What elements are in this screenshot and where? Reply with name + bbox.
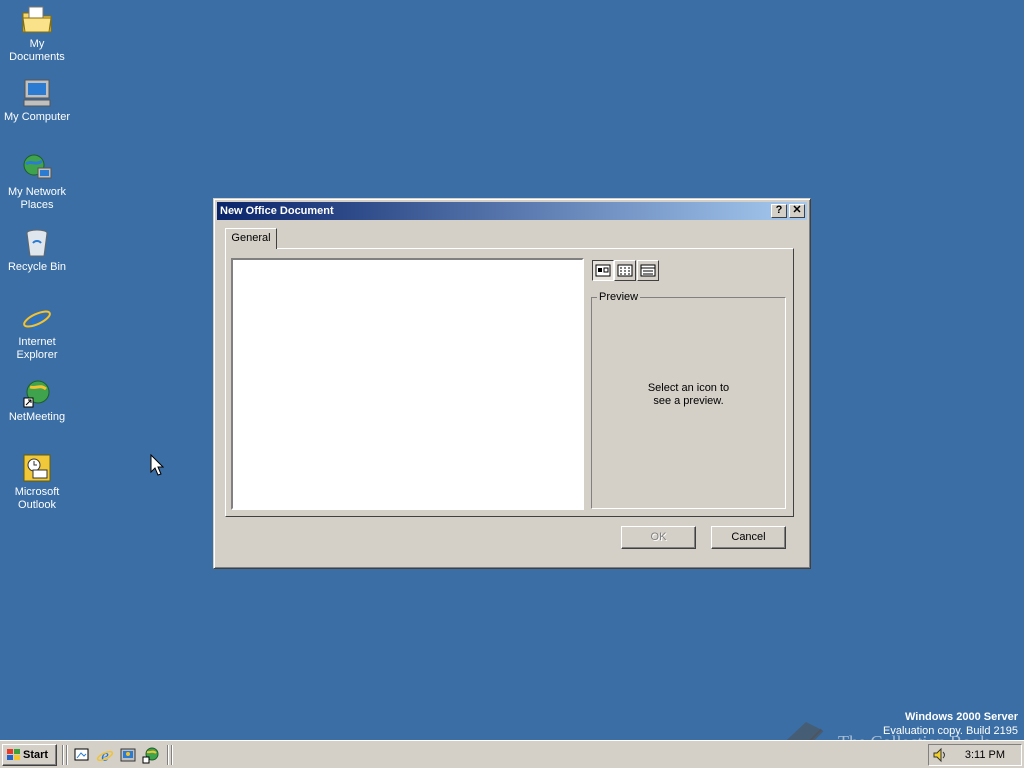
- desktop-icon-label: My Documents: [9, 38, 65, 63]
- speaker-icon[interactable]: [932, 747, 948, 763]
- taskbar-separator: [62, 745, 64, 765]
- desktop-icon-microsoft-outlook[interactable]: Microsoft Outlook: [0, 452, 74, 512]
- recycle-bin-icon: [21, 227, 53, 259]
- computer-icon: [21, 77, 53, 109]
- netmeeting-icon[interactable]: [142, 746, 160, 764]
- windows-logo-icon: [7, 749, 20, 760]
- desktop-icon-my-network-places[interactable]: My Network Places: [0, 152, 74, 212]
- taskbar-separator: [167, 745, 169, 765]
- start-label: Start: [23, 749, 49, 761]
- help-button[interactable]: ?: [771, 204, 787, 218]
- desktop-icon-label: My Network Places: [7, 186, 67, 211]
- desktop-icon-my-computer[interactable]: My Computer: [0, 77, 74, 124]
- preview-label: Preview: [597, 291, 641, 303]
- taskbar: Start e 3:11 PM: [0, 740, 1024, 768]
- desktop-icon-recycle-bin[interactable]: Recycle Bin: [0, 227, 74, 274]
- internet-explorer-icon[interactable]: e: [96, 746, 114, 765]
- dialog-titlebar[interactable]: New Office Document ? ✕: [217, 202, 807, 220]
- desktop-icon-netmeeting[interactable]: NetMeeting: [0, 377, 74, 424]
- internet-explorer-icon: e: [21, 302, 53, 336]
- desktop-icon-label: Recycle Bin: [7, 261, 67, 273]
- clock[interactable]: 3:11 PM: [965, 745, 1005, 765]
- desktop-icon-label: NetMeeting: [8, 411, 66, 423]
- details-icon: [640, 264, 656, 277]
- details-view-button[interactable]: [637, 260, 659, 281]
- start-button[interactable]: Start: [2, 744, 57, 766]
- desktop-icon-internet-explorer[interactable]: e Internet Explorer: [0, 302, 74, 362]
- list-view-button[interactable]: [614, 260, 636, 281]
- outlook-icon: [21, 452, 53, 484]
- netmeeting-icon: [21, 377, 53, 409]
- system-tray: 3:11 PM: [928, 744, 1022, 766]
- os-name: Windows 2000 Server: [904, 711, 1018, 723]
- list-icon: [617, 264, 633, 277]
- preview-message-line: Select an icon to: [647, 382, 730, 394]
- preview-message-line: see a preview.: [653, 395, 724, 407]
- network-globe-icon: [21, 152, 53, 184]
- taskbar-separator: [171, 745, 173, 765]
- show-desktop-icon[interactable]: [73, 746, 91, 764]
- mouse-cursor-icon: [150, 453, 165, 479]
- large-icons-view-button[interactable]: [592, 260, 614, 281]
- desktop-icon-label: Internet Explorer: [16, 336, 58, 361]
- dialog-title: New Office Document: [220, 205, 334, 217]
- cancel-button[interactable]: Cancel: [711, 526, 786, 549]
- preview-message: Select an icon to see a preview.: [591, 382, 786, 408]
- svg-text:e: e: [30, 303, 43, 334]
- large-icons-icon: [595, 264, 611, 277]
- ok-button[interactable]: OK: [621, 526, 696, 549]
- desktop-icon-label: My Computer: [3, 111, 71, 123]
- tab-general[interactable]: General: [225, 228, 277, 249]
- svg-text:e: e: [101, 746, 109, 764]
- template-list[interactable]: [231, 258, 584, 510]
- outlook-icon[interactable]: [119, 746, 137, 764]
- desktop-icon-my-documents[interactable]: My Documents: [0, 4, 74, 64]
- folder-documents-icon: [21, 4, 53, 36]
- close-button[interactable]: ✕: [789, 204, 805, 218]
- taskbar-separator: [66, 745, 68, 765]
- desktop-icon-label: Microsoft Outlook: [14, 486, 60, 511]
